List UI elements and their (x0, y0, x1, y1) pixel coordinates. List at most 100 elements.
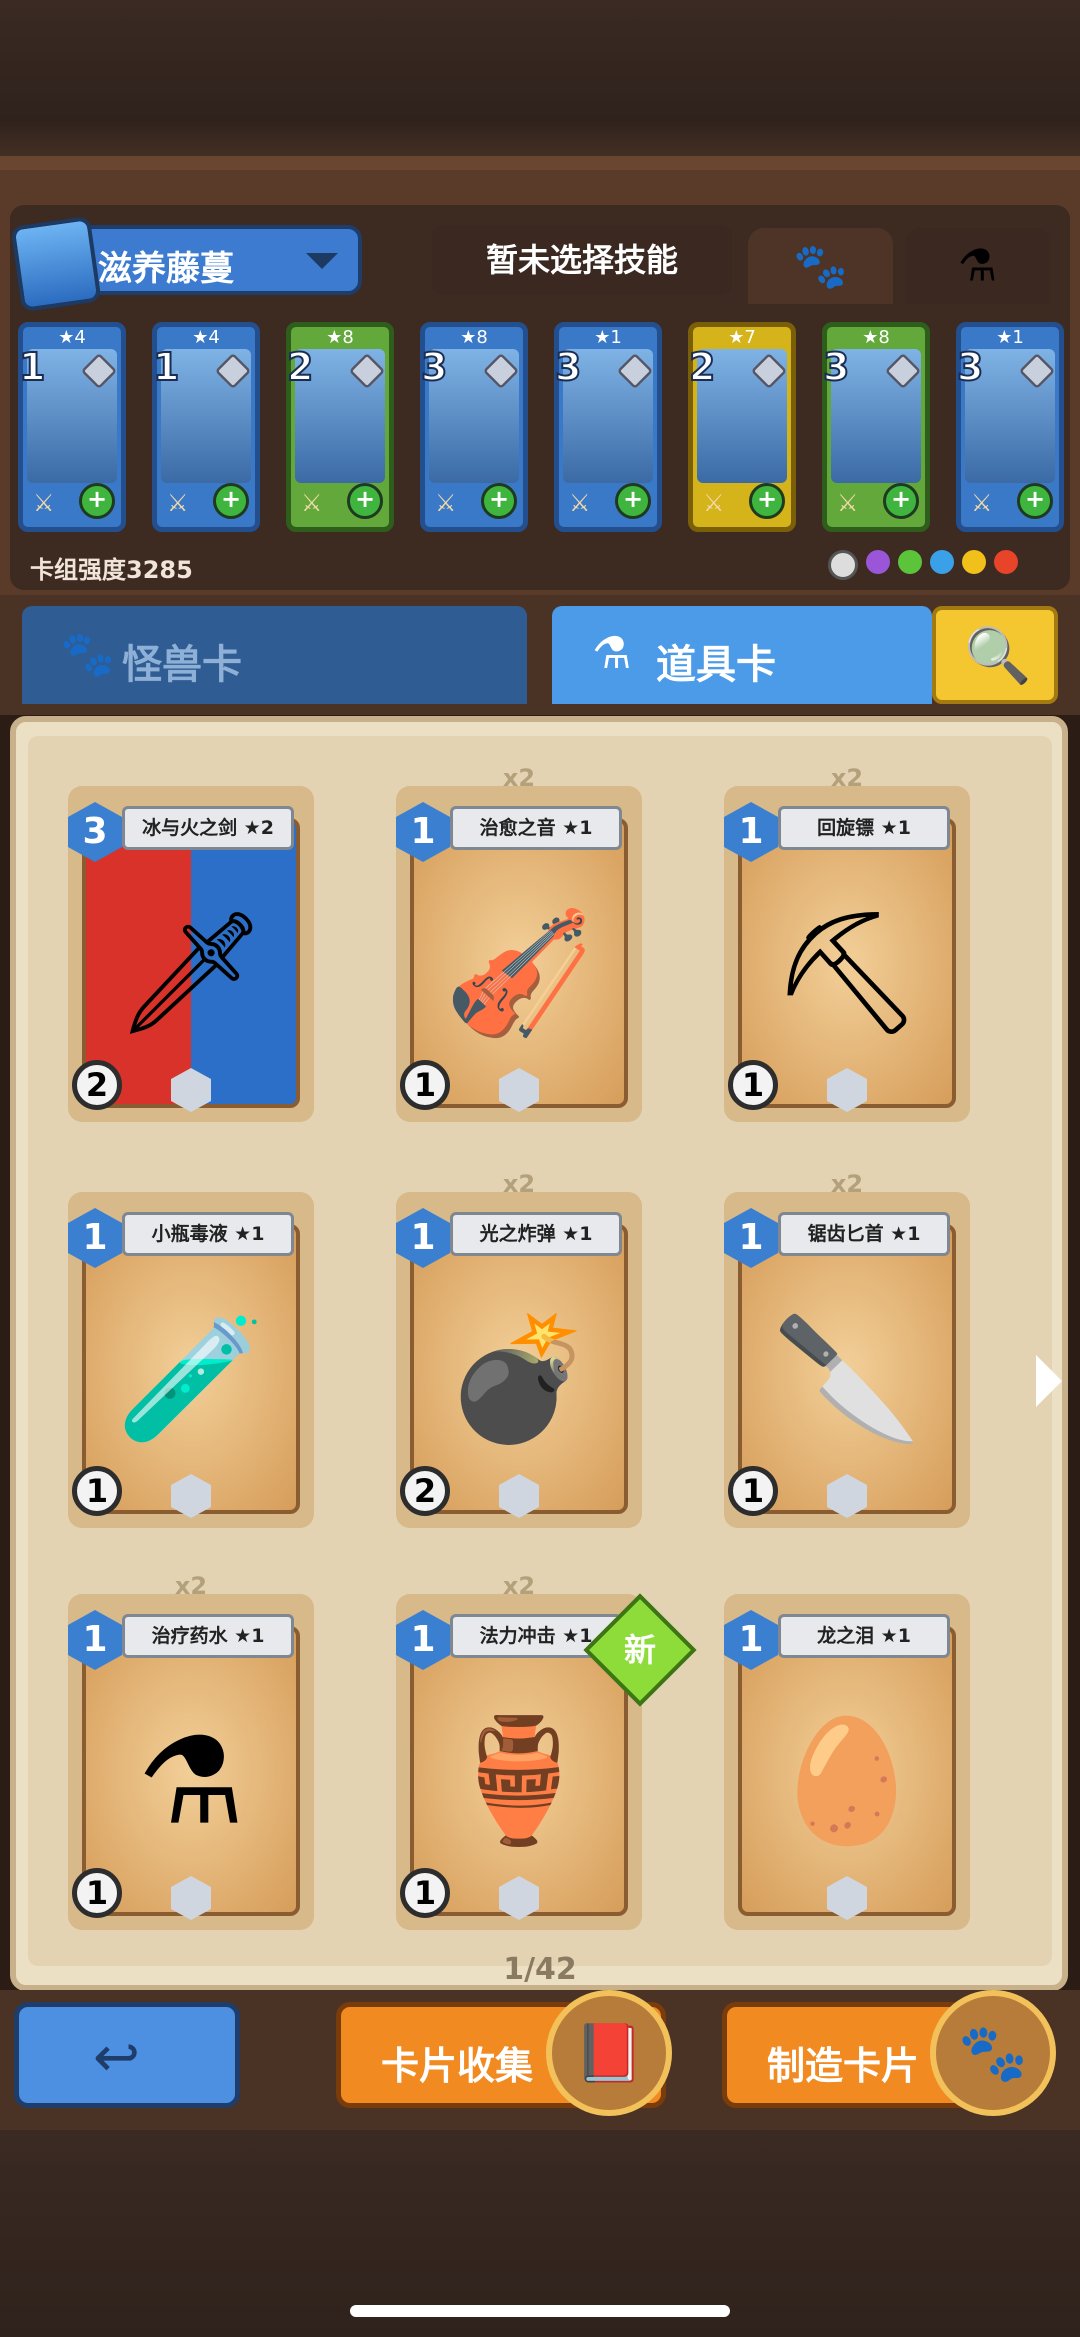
lightning-icon (962, 550, 986, 574)
deck-monster-card[interactable]: ★1 3 ⚔ + (554, 322, 662, 532)
tab-monster-label: 怪兽卡 (122, 642, 242, 688)
card-cost: 3 (420, 344, 448, 390)
card-level: 1 (400, 1868, 450, 1918)
craft-card-icon[interactable]: 🐾 (930, 1990, 1056, 2116)
tab-item-filter[interactable]: ⚗ (905, 228, 1050, 304)
item-art-icon: 🏺 (444, 1712, 594, 1852)
upgrade-plus-icon: + (213, 483, 249, 519)
card-cost: 2 (286, 344, 314, 390)
item-card[interactable]: x2 ⚗ 治疗药水 ★1 1 1 (68, 1572, 314, 1930)
water-icon (930, 550, 954, 574)
paw-icon: 🐾 (793, 241, 848, 292)
deck-monster-card[interactable]: ★7 2 ⚔ + (688, 322, 796, 532)
flask-icon: ⚗ (592, 628, 632, 679)
item-card[interactable]: 🧪 小瓶毒液 ★1 1 1 (68, 1192, 314, 1528)
upgrade-plus-icon: + (79, 483, 115, 519)
deck-monster-card[interactable]: ★4 1 ⚔ + (152, 322, 260, 532)
card-level: 1 (728, 1060, 778, 1110)
tab-monster-cards[interactable]: 🐾 怪兽卡 (22, 606, 527, 704)
duplicate-count: x2 (830, 764, 864, 792)
card-name: 光之炸弹 ★1 (450, 1212, 622, 1256)
card-name: 治愈之音 ★1 (450, 806, 622, 850)
card-level: 1 (72, 1466, 122, 1516)
tab-monster-filter[interactable]: 🐾 (748, 228, 893, 304)
item-art-icon: ⚗ (137, 1712, 245, 1852)
upgrade-plus-icon: + (615, 483, 651, 519)
top-wood-panel (0, 0, 1080, 170)
chevron-down-icon (306, 253, 338, 269)
item-card[interactable]: x2 🎻 治愈之音 ★1 1 1 (396, 764, 642, 1122)
upgrade-plus-icon: + (347, 483, 383, 519)
card-collection-label: 卡片收集 (381, 2044, 534, 2088)
card-name: 小瓶毒液 ★1 (122, 1212, 294, 1256)
card-level: 1 (728, 1466, 778, 1516)
deck-monster-card[interactable]: ★1 3 ⚔ + (956, 322, 1064, 532)
duplicate-count: x2 (502, 1170, 536, 1198)
card-cost: 1 (152, 344, 180, 390)
item-art-icon: 🔪 (772, 1310, 922, 1450)
card-name: 锯齿匕首 ★1 (778, 1212, 950, 1256)
deck-monster-card[interactable]: ★8 3 ⚔ + (822, 322, 930, 532)
home-indicator[interactable] (350, 2305, 730, 2317)
weapon-icon: ⚔ (569, 489, 591, 517)
deck-monster-card[interactable]: ★8 3 ⚔ + (420, 322, 528, 532)
skill-selector[interactable]: 暂未选择技能 (432, 225, 732, 295)
item-card[interactable]: x2 💣 光之炸弹 ★1 1 2 (396, 1170, 642, 1528)
card-level: 1 (400, 1060, 450, 1110)
fire-icon (994, 550, 1018, 574)
craft-card-label: 制造卡片 (767, 2044, 920, 2088)
page-indicator: 1/42 (503, 1952, 577, 1987)
card-level: 2 (400, 1466, 450, 1516)
item-art-icon: 🥚 (772, 1712, 922, 1852)
upgrade-plus-icon: + (1017, 483, 1053, 519)
item-art-icon: 🧪 (116, 1310, 266, 1450)
card-cost: 3 (554, 344, 582, 390)
neutral-icon (828, 550, 858, 580)
weapon-icon: ⚔ (33, 489, 55, 517)
item-art-icon: 💣 (444, 1310, 594, 1450)
back-button[interactable]: ↩ (14, 2002, 240, 2108)
deck-name: 滋养藤蔓 (98, 249, 234, 289)
duplicate-count: x2 (502, 764, 536, 792)
duplicate-count: x2 (174, 1572, 208, 1600)
weapon-icon: ⚔ (703, 489, 725, 517)
search-button[interactable]: 🔍 (932, 606, 1058, 704)
shadow-icon (866, 550, 890, 574)
deck-strength: 卡组强度3285 (30, 556, 193, 584)
book-icon (10, 215, 102, 313)
card-name: 治疗药水 ★1 (122, 1614, 294, 1658)
weapon-icon: ⚔ (971, 489, 993, 517)
tab-item-label: 道具卡 (656, 642, 776, 688)
tab-item-cards[interactable]: ⚗ 道具卡 (552, 606, 932, 704)
deck-monster-card[interactable]: ★4 1 ⚔ + (18, 322, 126, 532)
item-art-icon: ⛏ (770, 904, 924, 1044)
item-card[interactable]: x2 ⛏ 回旋镖 ★1 1 1 (724, 764, 970, 1122)
card-name: 冰与火之剑 ★2 (122, 806, 294, 850)
card-cost: 1 (18, 344, 46, 390)
card-collection-icon[interactable]: 📕 (546, 1990, 672, 2116)
duplicate-count: x2 (502, 1572, 536, 1600)
deck-selector[interactable]: 滋养藤蔓 (10, 215, 362, 313)
item-card[interactable]: x2 🔪 锯齿匕首 ★1 1 1 (724, 1170, 970, 1528)
weapon-icon: ⚔ (435, 489, 457, 517)
card-cost: 2 (688, 344, 716, 390)
item-card[interactable]: 🥚 龙之泪 ★1 1 (724, 1594, 970, 1930)
next-page-arrow[interactable] (1036, 1355, 1062, 1407)
upgrade-plus-icon: + (883, 483, 919, 519)
weapon-icon: ⚔ (837, 489, 859, 517)
weapon-icon: ⚔ (301, 489, 323, 517)
card-level: 1 (72, 1868, 122, 1918)
duplicate-count: x2 (830, 1170, 864, 1198)
deck-monster-card[interactable]: ★8 2 ⚔ + (286, 322, 394, 532)
item-art-icon: 🎻 (444, 904, 594, 1044)
item-card[interactable]: 🗡 冰与火之剑 ★2 3 2 (68, 786, 314, 1122)
back-arrow-icon: ↩ (93, 2025, 140, 2090)
item-art-icon: 🗡 (114, 904, 268, 1044)
new-badge-label: 新 (623, 1631, 656, 1669)
card-cost: 3 (956, 344, 984, 390)
nature-icon (898, 550, 922, 574)
paw-icon: 🐾 (60, 629, 115, 680)
element-icons (828, 550, 1018, 580)
card-name: 回旋镖 ★1 (778, 806, 950, 850)
card-cost: 3 (822, 344, 850, 390)
